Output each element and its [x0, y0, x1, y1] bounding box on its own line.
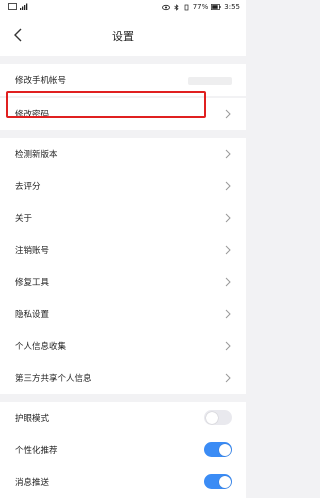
battery-icon: [211, 4, 221, 10]
divider: [0, 394, 246, 402]
clock: 3:55: [224, 3, 240, 11]
repair-tool-row[interactable]: 修复工具: [0, 266, 246, 298]
push-toggle[interactable]: [204, 474, 232, 489]
privacy-row[interactable]: 隐私设置: [0, 298, 246, 330]
toggle-knob: [205, 411, 218, 424]
push-row: 消息推送: [0, 466, 246, 498]
about-row[interactable]: 关于: [0, 202, 246, 234]
bluetooth-icon: [173, 3, 179, 11]
row-label: 去评分: [15, 182, 41, 192]
app-notification-icon: [8, 3, 17, 10]
row-label: 注销账号: [15, 246, 50, 256]
eye-mode-row: 护眼模式: [0, 402, 246, 434]
eye-mode-toggle[interactable]: [204, 410, 232, 425]
chevron-right-icon: [225, 109, 231, 119]
row-label: 关于: [15, 214, 33, 224]
highlight-box: [6, 91, 206, 118]
delete-account-row[interactable]: 注销账号: [0, 234, 246, 266]
chevron-right-icon: [225, 245, 231, 255]
personalized-row: 个性化推荐: [0, 434, 246, 466]
rate-row[interactable]: 去评分: [0, 170, 246, 202]
third-party-row[interactable]: 第三方共享个人信息: [0, 362, 246, 394]
page-title: 设置: [112, 30, 134, 43]
chevron-right-icon: [225, 149, 231, 159]
eye-icon: [161, 4, 170, 10]
chevron-right-icon: [225, 213, 231, 223]
chevron-right-icon: [225, 309, 231, 319]
nav-header: 设置: [0, 16, 246, 56]
row-label: 修改手机帐号: [15, 76, 67, 86]
row-label: 个人信息收集: [15, 342, 67, 352]
toggle-knob: [218, 443, 231, 456]
row-label: 护眼模式: [15, 414, 50, 424]
check-update-row[interactable]: 检测新版本: [0, 138, 246, 170]
chevron-right-icon: [225, 181, 231, 191]
toggle-knob: [218, 475, 231, 488]
row-label: 消息推送: [15, 478, 50, 488]
personalized-toggle[interactable]: [204, 442, 232, 457]
chevron-right-icon: [225, 277, 231, 287]
status-bar: 77% 3:55: [0, 0, 246, 16]
row-label: 修复工具: [15, 278, 50, 288]
divider: [0, 56, 246, 64]
row-label: 第三方共享个人信息: [15, 374, 92, 384]
divider: [0, 130, 246, 138]
vibrate-icon: [184, 4, 189, 10]
row-label: 个性化推荐: [15, 446, 58, 456]
chevron-right-icon: [225, 373, 231, 383]
battery-percent: 77%: [192, 3, 209, 11]
toggles-group: 护眼模式 个性化推荐 消息推送: [0, 402, 246, 498]
status-left: [8, 3, 28, 10]
chevron-right-icon: [225, 341, 231, 351]
signal-icon: [20, 3, 28, 10]
status-right: 77% 3:55: [161, 3, 240, 11]
row-label: 检测新版本: [15, 150, 58, 160]
general-group: 检测新版本 去评分 关于 注销账号 修复工具 隐私设置 个人信息收集 第三方共享…: [0, 138, 246, 394]
personal-info-row[interactable]: 个人信息收集: [0, 330, 246, 362]
phone-number-masked: [188, 77, 232, 85]
row-label: 隐私设置: [15, 310, 50, 320]
